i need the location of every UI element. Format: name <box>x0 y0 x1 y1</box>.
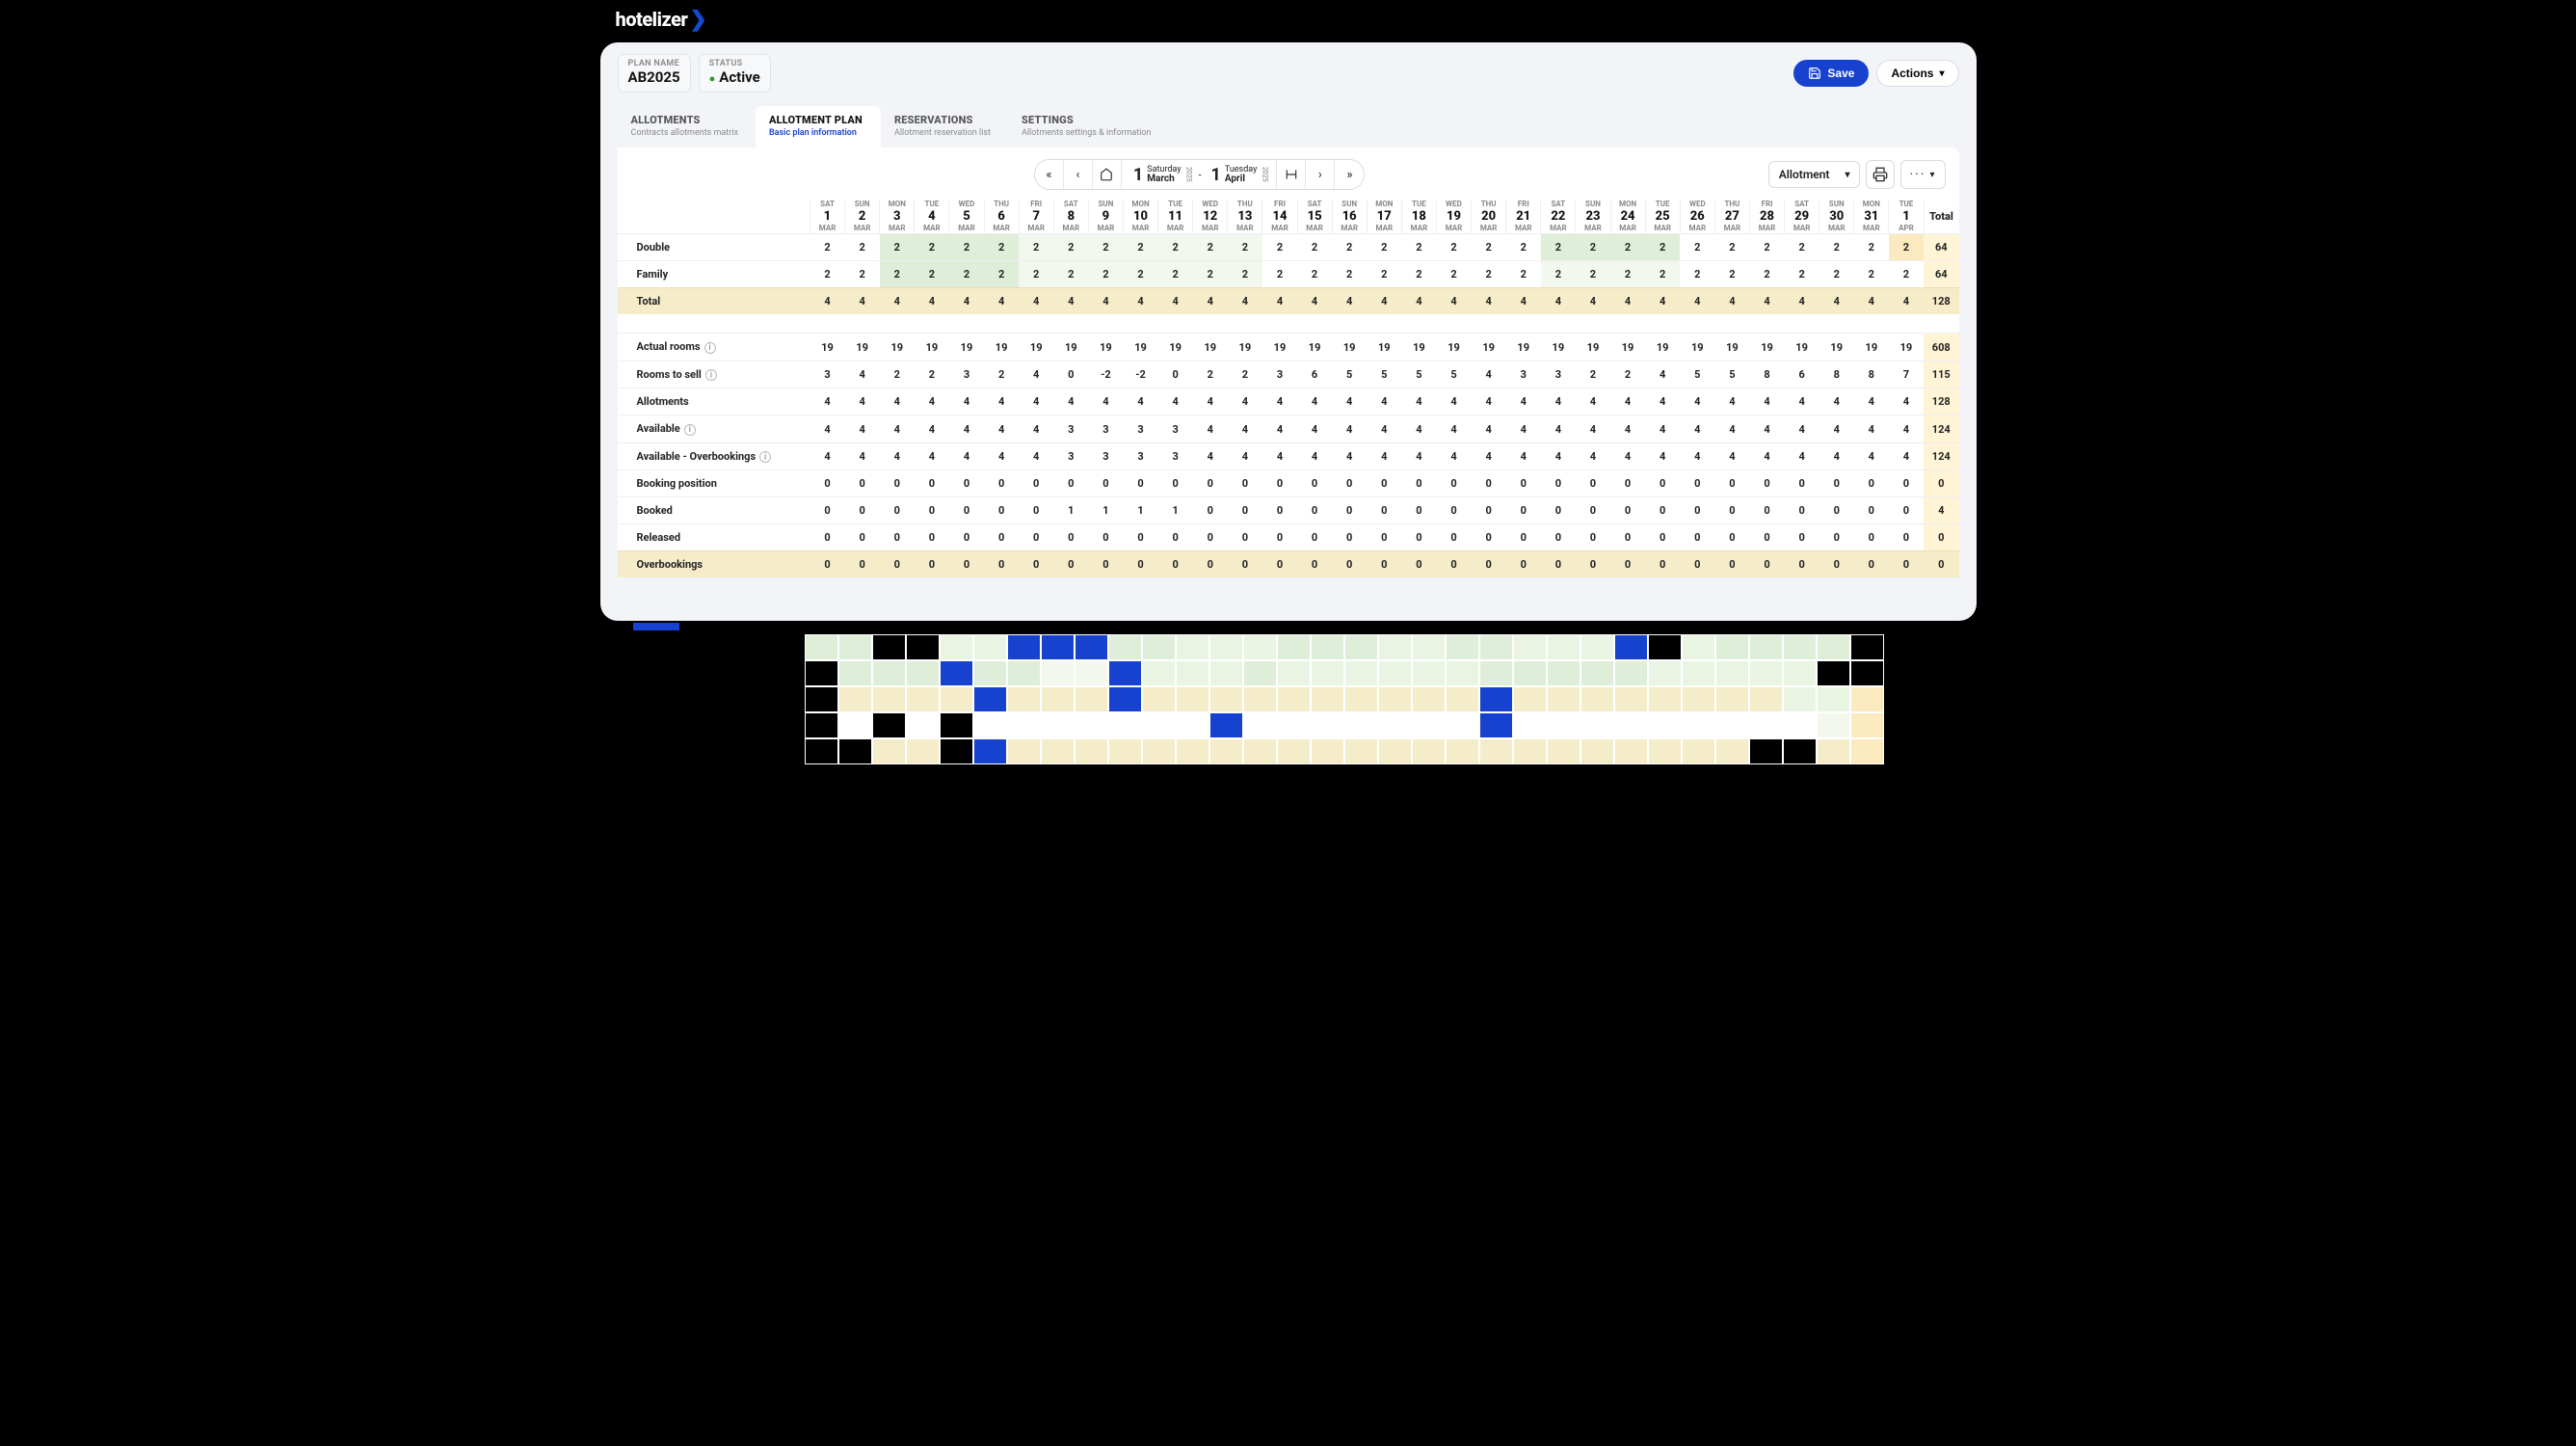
table-row: Released00000000000000000000000000000000… <box>618 524 1959 551</box>
tab-settings[interactable]: SETTINGS Allotments settings & informati… <box>1008 106 1169 147</box>
table-row: Overbookings0000000000000000000000000000… <box>618 551 1959 578</box>
nav-fit-button[interactable] <box>1277 160 1306 189</box>
table-row: Rooms to selli34223240-2-202236555543322… <box>618 361 1959 388</box>
chevron-down-icon: ▾ <box>1929 170 1936 180</box>
actions-button[interactable]: Actions ▾ <box>1876 60 1958 87</box>
view-select[interactable]: Allotment ▾ <box>1768 161 1861 188</box>
save-button[interactable]: Save <box>1793 60 1869 87</box>
chevron-down-icon: ▾ <box>1845 170 1849 180</box>
nav-next-button[interactable]: › <box>1306 160 1335 189</box>
chevron-down-icon: ▾ <box>1939 68 1944 79</box>
info-icon: i <box>684 424 696 436</box>
allotment-grid: SAT1MARSUN2MARMON3MARTUE4MARWED5MARTHU6M… <box>618 200 1959 577</box>
tabs: ALLOTMENTS Contracts allotments matrix A… <box>618 106 1959 147</box>
plan-name-block: PLAN NAME AB2025 <box>618 54 691 93</box>
save-icon <box>1808 67 1821 80</box>
nav-prev-button[interactable]: ‹ <box>1064 160 1093 189</box>
underline-bar <box>633 623 679 630</box>
date-nav: « ‹ 1 SaturdayMarch 2025 - 1 TuesdayApri… <box>1034 159 1365 190</box>
tab-allotments[interactable]: ALLOTMENTS Contracts allotments matrix <box>618 106 756 147</box>
nav-first-button[interactable]: « <box>1035 160 1064 189</box>
table-row: Booked000000011110000000000000000000004 <box>618 497 1959 524</box>
plan-status: Active <box>719 68 760 86</box>
table-row: Available - Overbookingsi444444433334444… <box>618 442 1959 470</box>
table-row: Actual roomsi191919191919191919191919191… <box>618 334 1959 362</box>
table-row: Booking position000000000000000000000000… <box>618 470 1959 497</box>
plan-card: PLAN NAME AB2025 STATUS ●Active Save Act… <box>600 42 1977 621</box>
more-menu-button[interactable]: ···▾ <box>1900 160 1945 189</box>
table-row: Total44444444444444444444444444444444128 <box>618 287 1959 314</box>
logo-arrow-icon: ❯ <box>689 8 706 32</box>
info-icon: i <box>704 342 716 354</box>
nav-last-button[interactable]: » <box>1335 160 1364 189</box>
nav-home-button[interactable] <box>1093 160 1122 189</box>
fit-width-icon <box>1285 168 1298 181</box>
status-dot-icon: ● <box>709 72 716 85</box>
info-icon: i <box>759 451 771 463</box>
tab-allotment-plan[interactable]: ALLOTMENT PLAN Basic plan information <box>756 106 881 147</box>
info-icon: i <box>705 369 717 381</box>
logo: hotelizer ❯ <box>587 0 1990 39</box>
decorative-grid <box>805 634 1990 764</box>
table-row: Allotments444444444444444444444444444444… <box>618 388 1959 415</box>
home-icon <box>1100 168 1113 181</box>
table-row: Family2222222222222222222222222222222264 <box>618 260 1959 287</box>
plan-status-block: STATUS ●Active <box>699 54 771 93</box>
tab-reservations[interactable]: RESERVATIONS Allotment reservation list <box>881 106 1008 147</box>
print-button[interactable] <box>1866 160 1895 189</box>
table-row: Double2222222222222222222222222222222264 <box>618 233 1959 260</box>
date-range[interactable]: 1 SaturdayMarch 2025 - 1 TuesdayApril 20… <box>1122 160 1277 189</box>
print-icon <box>1872 167 1888 182</box>
plan-name: AB2025 <box>628 68 680 86</box>
table-row: Availablei444444433334444444444444444444… <box>618 415 1959 443</box>
